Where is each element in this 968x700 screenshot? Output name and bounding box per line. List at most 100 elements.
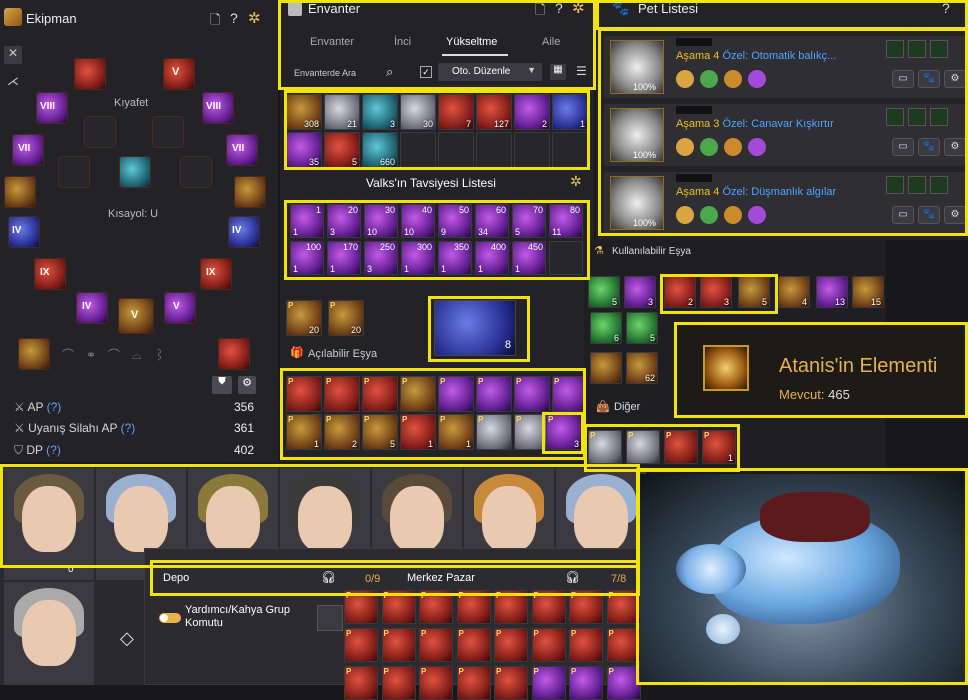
other-item[interactable]: P: [588, 430, 622, 464]
market-item[interactable]: P: [419, 590, 453, 624]
helmet-slot[interactable]: [74, 58, 106, 90]
document-icon[interactable]: 🗋: [535, 1, 545, 23]
inv-item-1[interactable]: 308: [286, 94, 322, 130]
pet-skill-slot[interactable]: [886, 40, 904, 58]
awaken-toggle-icon[interactable]: ⋌: [4, 74, 22, 92]
ring-slot-left[interactable]: VII: [12, 134, 44, 166]
pet-skill-slot[interactable]: [886, 108, 904, 126]
other-item[interactable]: P: [664, 430, 698, 464]
auto-sort-checkbox[interactable]: ✓: [420, 66, 432, 78]
lock-icon[interactable]: ⛊: [212, 376, 232, 394]
valks-scroll-item[interactable]: 40 10: [401, 204, 435, 238]
openable-item[interactable]: P: [514, 414, 550, 450]
document-icon[interactable]: 🗋: [210, 11, 220, 33]
market-item[interactable]: P: [531, 666, 566, 700]
usable-item[interactable]: 3: [700, 276, 732, 308]
necklace-slot[interactable]: VIII: [202, 92, 234, 124]
usable-item[interactable]: 4: [778, 276, 810, 308]
tab-inventory[interactable]: Envanter: [310, 36, 354, 48]
market-item[interactable]: P: [606, 628, 641, 662]
armor-slot[interactable]: V: [163, 58, 195, 90]
valks-scroll-item[interactable]: 170 1: [327, 241, 361, 275]
market-item[interactable]: P: [494, 590, 528, 624]
market-item[interactable]: P: [456, 590, 491, 624]
market-item[interactable]: P: [381, 628, 416, 662]
openable-item-highlighted[interactable]: P3: [546, 414, 582, 450]
market-item[interactable]: P: [344, 590, 378, 624]
inv-item-9[interactable]: 35: [286, 132, 322, 168]
pet-feed-button[interactable]: ▭: [892, 70, 914, 88]
openable-item[interactable]: P1: [286, 414, 322, 450]
grid-view-icon[interactable]: ▦: [550, 64, 566, 80]
tool-slot-left[interactable]: [18, 338, 50, 370]
market-item[interactable]: P: [531, 628, 566, 662]
inv-empty-slot[interactable]: [438, 132, 474, 168]
gear-icon[interactable]: ⚙: [238, 376, 256, 394]
list-view-icon[interactable]: ☰: [576, 64, 587, 78]
market-item[interactable]: P: [569, 666, 603, 700]
gloves-slot[interactable]: IX: [34, 258, 66, 290]
diamond-icon[interactable]: ◇: [120, 628, 134, 649]
weapon-toggle-icon[interactable]: ✕: [4, 46, 22, 64]
main-weapon-slot[interactable]: IV: [8, 216, 40, 248]
openable-item[interactable]: P: [552, 376, 588, 412]
market-item[interactable]: P: [344, 628, 378, 662]
usable-item[interactable]: [590, 352, 622, 384]
pet-paw-button[interactable]: 🐾: [918, 138, 940, 156]
ring-slot-right[interactable]: VII: [226, 134, 258, 166]
lightstone-slot[interactable]: V: [164, 292, 196, 324]
character-card[interactable]: [4, 468, 94, 580]
valks-scroll-item[interactable]: 11: [290, 204, 324, 238]
inv-empty-slot[interactable]: [400, 132, 436, 168]
valks-scroll-item[interactable]: 300 1: [401, 241, 435, 275]
search-icon[interactable]: ⌕: [386, 64, 393, 80]
help-icon[interactable]: ?: [555, 0, 563, 16]
belt-slot[interactable]: VIII: [36, 92, 68, 124]
valks-scroll-item[interactable]: 100 1: [290, 241, 324, 275]
valks-scroll-item[interactable]: 50 9: [438, 204, 472, 238]
other-item[interactable]: P: [626, 430, 660, 464]
valks-scroll-item[interactable]: 20 3: [327, 204, 361, 238]
pet-skill-slot[interactable]: [886, 176, 904, 194]
openable-item[interactable]: P: [438, 376, 474, 412]
inv-item-5[interactable]: 7: [438, 94, 474, 130]
market-item[interactable]: P: [531, 590, 566, 624]
usable-item[interactable]: 2: [664, 276, 696, 308]
valks-scroll-item[interactable]: 400 1: [475, 241, 509, 275]
outfit-slot-1[interactable]: [84, 116, 116, 148]
pet-paw-button[interactable]: 🐾: [918, 70, 940, 88]
valks-scroll-item[interactable]: 30 10: [364, 204, 398, 238]
market-item[interactable]: P: [494, 628, 528, 662]
pet-skill-slot[interactable]: [908, 108, 926, 126]
market-item[interactable]: P: [344, 666, 378, 700]
valks-scroll-item[interactable]: 80 11: [549, 204, 583, 238]
pet-feed-button[interactable]: ▭: [892, 138, 914, 156]
close-icon[interactable]: ✲: [572, 0, 585, 17]
market-item[interactable]: P: [419, 628, 453, 662]
close-icon[interactable]: ✲: [248, 9, 261, 27]
pet-paw-button[interactable]: 🐾: [918, 206, 940, 224]
inv-item-6[interactable]: 127: [476, 94, 512, 130]
valks-scroll-item[interactable]: 250 3: [364, 241, 398, 275]
openable-item[interactable]: P1: [400, 414, 436, 450]
inv-empty-slot[interactable]: [549, 241, 583, 275]
market-item[interactable]: P: [569, 628, 603, 662]
valks-scroll-item[interactable]: 350 1: [438, 241, 472, 275]
outfit-slot-2[interactable]: [152, 116, 184, 148]
valks-star-icon[interactable]: ✲: [570, 173, 582, 190]
market-item[interactable]: P: [606, 666, 641, 700]
openable-item[interactable]: P5: [362, 414, 398, 450]
outfit-slot-3[interactable]: [58, 156, 90, 188]
tab-family[interactable]: Aile: [542, 36, 560, 48]
market-item[interactable]: P: [456, 666, 491, 700]
usable-item[interactable]: 3: [624, 276, 656, 308]
extra-item-2[interactable]: P 20: [328, 300, 364, 336]
usable-item[interactable]: 13: [816, 276, 848, 308]
inv-item-7[interactable]: 2: [514, 94, 550, 130]
artifact-slot[interactable]: V: [118, 298, 154, 334]
toggle-button-box[interactable]: [317, 605, 343, 631]
openable-item[interactable]: P: [476, 414, 512, 450]
valks-scroll-item[interactable]: 450 1: [512, 241, 546, 275]
openable-item[interactable]: P: [400, 376, 436, 412]
openable-item[interactable]: P2: [324, 414, 360, 450]
